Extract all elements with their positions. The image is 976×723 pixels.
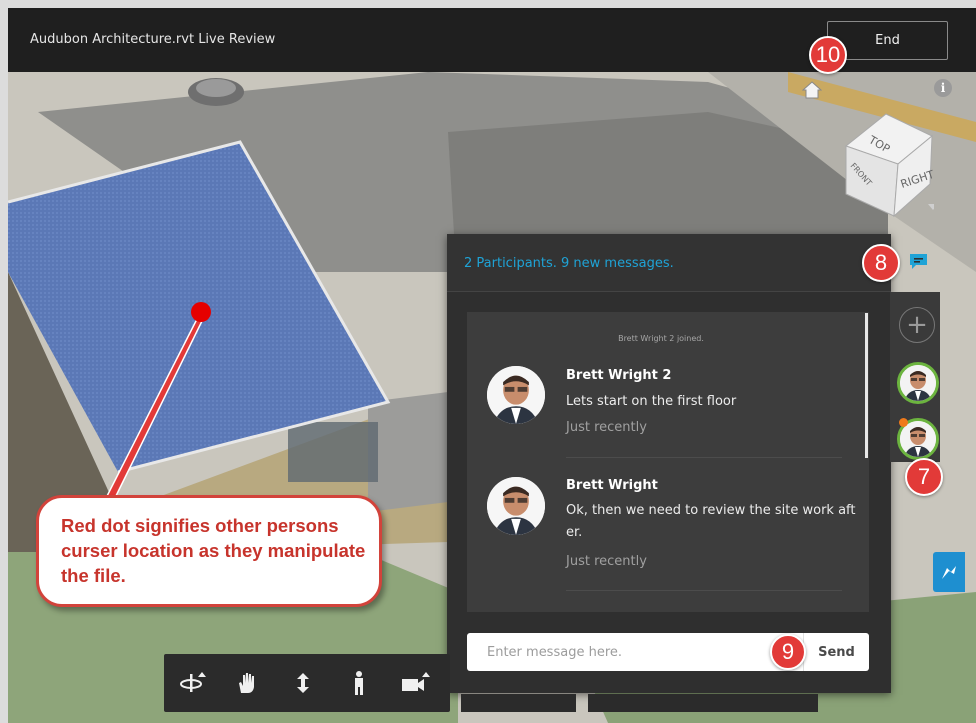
chat-icon[interactable] [909,253,928,270]
message-divider [566,590,842,591]
message-text: Ok, then we need to review the site work… [566,503,856,540]
message-author: Brett Wright [566,478,658,493]
callout-badge-10: 10 [809,36,847,74]
message-time: Just recently [566,554,647,569]
toolbar-group [461,694,576,712]
info-icon[interactable]: i [934,79,952,97]
first-person-icon[interactable] [342,668,376,698]
person-icon [487,366,545,424]
callout-text: Red dot signifies other persons curser l… [61,515,366,586]
remote-cursor-dot [191,302,211,322]
callout-badge-8: 8 [862,244,900,282]
viewcube-icon[interactable]: TOP FRONT RIGHT [838,112,934,222]
message-avatar [487,366,545,424]
message-text: Lets start on the first floor [566,394,737,409]
pan-icon[interactable] [230,668,264,698]
message-author: Brett Wright 2 [566,368,672,383]
message-avatar [487,477,545,535]
toolbar-group [588,694,818,712]
chat-header: 2 Participants. 9 new messages. [447,234,891,292]
window-title: Audubon Architecture.rvt Live Review [30,32,276,47]
markup-pen-icon [942,566,956,579]
unread-indicator [899,418,908,427]
participants-summary[interactable]: 2 Participants. 9 new messages. [464,256,674,271]
markup-button[interactable] [933,552,965,592]
callout-badge-7: 7 [905,458,943,496]
message-input[interactable] [467,633,803,671]
app-window: Audubon Architecture.rvt Live Review End… [0,0,976,723]
message-list[interactable]: Brett Wright 2 joined. Brett Wright 2 Le… [467,312,869,612]
message-time: Just recently [566,420,647,435]
system-message: Brett Wright 2 joined. [618,334,704,343]
home-icon[interactable] [802,80,822,100]
message-divider [566,457,842,458]
participant-avatar[interactable] [897,362,939,404]
add-participant-button[interactable]: + [899,307,935,343]
send-button[interactable]: Send [803,633,869,671]
annotation-callout: Red dot signifies other persons curser l… [36,495,382,607]
orbit-icon[interactable] [176,668,210,698]
callout-badge-9: 9 [770,634,806,670]
navigation-toolbar [164,654,450,712]
camera-icon[interactable] [398,668,432,698]
message-scrollbar[interactable] [865,313,868,458]
person-icon [487,477,545,535]
person-icon [900,365,936,401]
zoom-icon[interactable] [286,668,320,698]
